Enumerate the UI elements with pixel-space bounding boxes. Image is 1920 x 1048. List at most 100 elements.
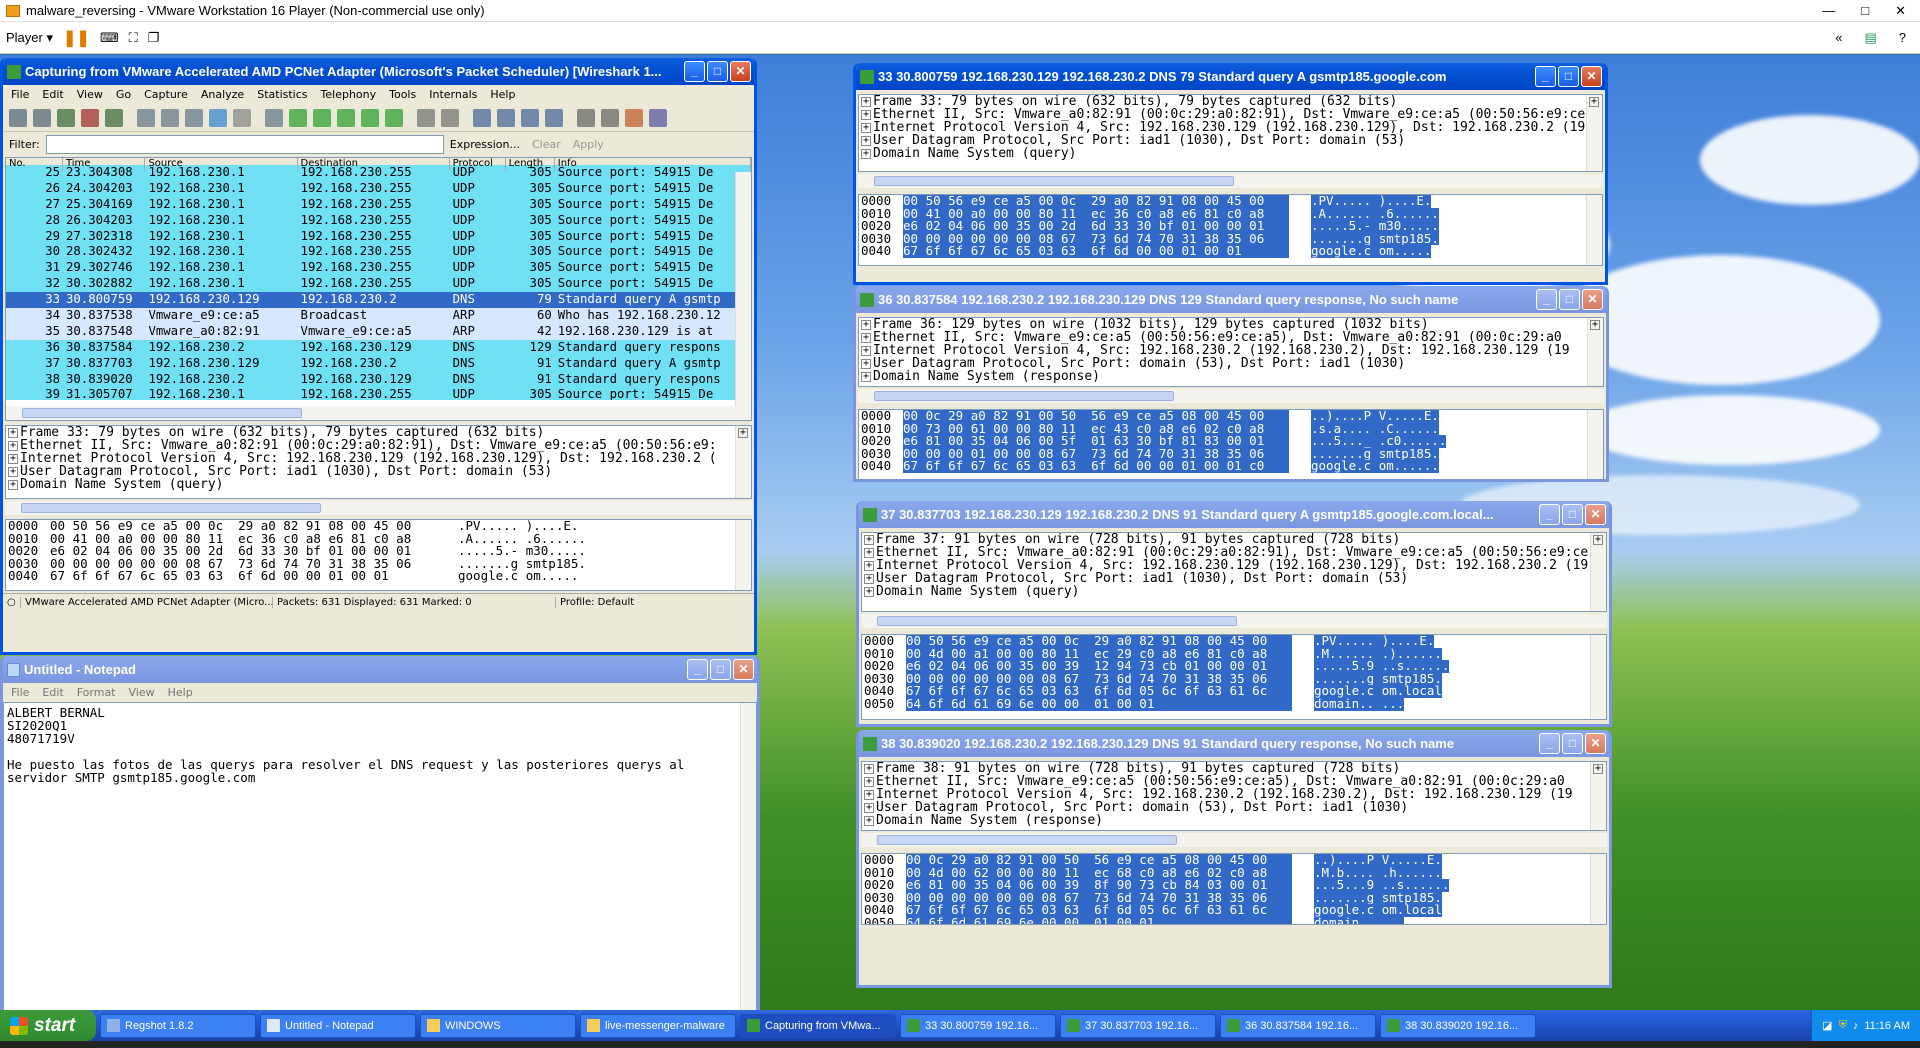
minimize-button[interactable]: _	[1539, 504, 1560, 525]
network-icon[interactable]: ◪	[1822, 1019, 1832, 1032]
taskbar-item[interactable]: 38 30.839020 192.16...	[1380, 1013, 1536, 1038]
close-file-icon[interactable]	[185, 108, 203, 127]
details-scrollbar[interactable]	[1590, 533, 1606, 611]
security-shield-icon[interactable]: ⛨	[1839, 1019, 1847, 1032]
menu-internals[interactable]: Internals	[429, 88, 477, 101]
details-scrollbar[interactable]	[735, 426, 751, 498]
taskbar-item[interactable]: 37 30.837703 192.16...	[1060, 1013, 1216, 1038]
restart-icon[interactable]	[105, 108, 123, 127]
table-row[interactable]: 38 30.839020 192.168.230.2 192.168.230.129 D…	[6, 371, 751, 388]
hex-scrollbar[interactable]	[1586, 195, 1602, 265]
minimize-button[interactable]: _	[1536, 289, 1557, 310]
menu-analyze[interactable]: Analyze	[201, 88, 244, 101]
capture-filters-icon[interactable]	[577, 108, 595, 127]
taskbar-item[interactable]: 36 30.837584 192.16...	[1220, 1013, 1376, 1038]
maximize-icon[interactable]: □	[1861, 3, 1869, 19]
maximize-button[interactable]: □	[710, 659, 731, 680]
taskbar-item[interactable]: Regshot 1.8.2	[100, 1013, 256, 1038]
details-scrollbar[interactable]	[1590, 762, 1606, 830]
menu-telephony[interactable]: Telephony	[321, 88, 377, 101]
send-ctrl-alt-del-icon[interactable]: ⌨	[100, 30, 119, 46]
details-hscrollbar[interactable]	[858, 389, 1604, 403]
first-icon[interactable]	[361, 108, 379, 127]
last-icon[interactable]	[385, 108, 403, 127]
minimize-button[interactable]: _	[687, 659, 708, 680]
minimize-button[interactable]: _	[684, 61, 705, 82]
reload-icon[interactable]	[209, 108, 227, 127]
options-icon[interactable]	[33, 108, 51, 127]
hex-scrollbar[interactable]	[1590, 854, 1606, 924]
stop-capture-icon[interactable]	[81, 108, 99, 127]
table-row[interactable]: 32 30.302882 192.168.230.1 192.168.230.255 U…	[6, 276, 751, 293]
colorize-icon[interactable]	[417, 108, 435, 127]
hex-scrollbar[interactable]	[735, 520, 751, 590]
notepad-menu-view[interactable]: View	[129, 686, 155, 699]
maximize-button[interactable]: □	[1562, 504, 1583, 525]
notepad-menu-edit[interactable]: Edit	[42, 686, 63, 699]
normal-size-icon[interactable]	[521, 108, 539, 127]
player-menu[interactable]: Player ▾	[6, 30, 53, 46]
display-filters-icon[interactable]	[601, 108, 619, 127]
interfaces-icon[interactable]	[9, 108, 27, 127]
apply-button[interactable]: Apply	[573, 138, 604, 151]
details-scrollbar[interactable]	[1586, 95, 1602, 171]
taskbar-item[interactable]: Capturing from VMwa...	[740, 1013, 896, 1038]
tree-item[interactable]: Domain Name System (query)	[862, 585, 1606, 598]
help-icon[interactable]: ?	[1899, 30, 1906, 46]
maximize-button[interactable]: □	[1559, 289, 1580, 310]
close-button[interactable]: ✕	[1582, 289, 1603, 310]
packet-bytes-pane[interactable]: 0000 00 0c 29 a0 82 91 00 50 56 e9 ce a5 …	[861, 853, 1607, 925]
table-row[interactable]: 25 23.304308 192.168.230.1 192.168.230.255 U…	[6, 165, 751, 181]
volume-icon[interactable]: ♪	[1853, 1020, 1859, 1032]
expression-button[interactable]: Expression...	[450, 138, 520, 151]
table-row[interactable]: 35 30.837548 Vmware_a0:82:91 Vmware_e9:ce:a…	[6, 323, 751, 340]
notepad-menu-help[interactable]: Help	[168, 686, 193, 699]
packet-bytes-pane[interactable]: 0000 00 50 56 e9 ce a5 00 0c 29 a0 82 91 …	[861, 634, 1607, 720]
menu-edit[interactable]: Edit	[42, 88, 63, 101]
close-icon[interactable]: ✕	[1895, 3, 1906, 19]
taskbar-item[interactable]: 33 30.800759 192.16...	[900, 1013, 1056, 1038]
close-button[interactable]: ✕	[733, 659, 754, 680]
notepad-vscrollbar[interactable]	[740, 703, 756, 1010]
table-row[interactable]: 28 26.304203 192.168.230.1 192.168.230.255 U…	[6, 212, 751, 229]
packet-details-tree[interactable]: Frame 33: 79 bytes on wire (632 bits), 7…	[5, 425, 752, 499]
notepad-text-area[interactable]: ALBERT BERNAL SI2020Q1 48071719V He puesto …	[3, 702, 757, 1010]
packet-details-tree[interactable]: Frame 36: 129 bytes on wire (1032 bits),…	[858, 317, 1604, 387]
packet-bytes-pane[interactable]: 0000 00 50 56 e9 ce a5 00 0c 29 a0 82 91 …	[858, 194, 1603, 266]
packet-details-tree[interactable]: Frame 38: 91 bytes on wire (728 bits), 9…	[861, 761, 1607, 831]
coloring-rules-icon[interactable]	[625, 108, 643, 127]
tree-item[interactable]: Domain Name System (query)	[859, 147, 1602, 160]
zoom-in-icon[interactable]	[473, 108, 491, 127]
autoscroll-icon[interactable]	[441, 108, 459, 127]
details-hscrollbar[interactable]	[861, 614, 1607, 628]
table-row[interactable]: 39 31.305707 192.168.230.1 192.168.230.255 U…	[6, 387, 751, 400]
taskbar-item[interactable]: WINDOWS	[420, 1013, 576, 1038]
packet-list[interactable]: No. Time Source Destination Protocol Length In…	[5, 157, 752, 421]
close-button[interactable]: ✕	[730, 61, 751, 82]
maximize-button[interactable]: □	[1562, 733, 1583, 754]
tree-item[interactable]: Domain Name System (response)	[859, 370, 1603, 383]
prefs-icon[interactable]	[649, 108, 667, 127]
fullscreen-icon[interactable]: ⛶	[129, 30, 138, 46]
save-icon[interactable]	[161, 108, 179, 127]
maximize-button[interactable]: □	[1558, 66, 1579, 87]
tree-item[interactable]: Domain Name System (response)	[862, 814, 1606, 827]
minimize-button[interactable]: _	[1539, 733, 1560, 754]
taskbar-item[interactable]: Untitled - Notepad	[260, 1013, 416, 1038]
clear-button[interactable]: Clear	[532, 138, 561, 151]
goto-icon[interactable]	[337, 108, 355, 127]
table-row[interactable]: 34 30.837538 Vmware_e9:ce:a5 Broadcast ARP 60…	[6, 308, 751, 324]
minimize-button[interactable]: _	[1535, 66, 1556, 87]
close-button[interactable]: ✕	[1585, 504, 1606, 525]
taskbar-item[interactable]: live-messenger-malware	[580, 1013, 736, 1038]
menu-tools[interactable]: Tools	[389, 88, 416, 101]
hex-scrollbar[interactable]	[1587, 410, 1603, 479]
details-hscrollbar[interactable]	[861, 833, 1607, 847]
start-capture-icon[interactable]	[57, 108, 75, 127]
resize-columns-icon[interactable]	[545, 108, 563, 127]
table-row[interactable]: 27 25.304169 192.168.230.1 192.168.230.255 U…	[6, 196, 751, 213]
find-icon[interactable]	[265, 108, 283, 127]
menu-file[interactable]: File	[11, 88, 29, 101]
table-row[interactable]: 26 24.304203 192.168.230.1 192.168.230.255 U…	[6, 180, 751, 197]
details-scrollbar[interactable]	[1587, 318, 1603, 386]
